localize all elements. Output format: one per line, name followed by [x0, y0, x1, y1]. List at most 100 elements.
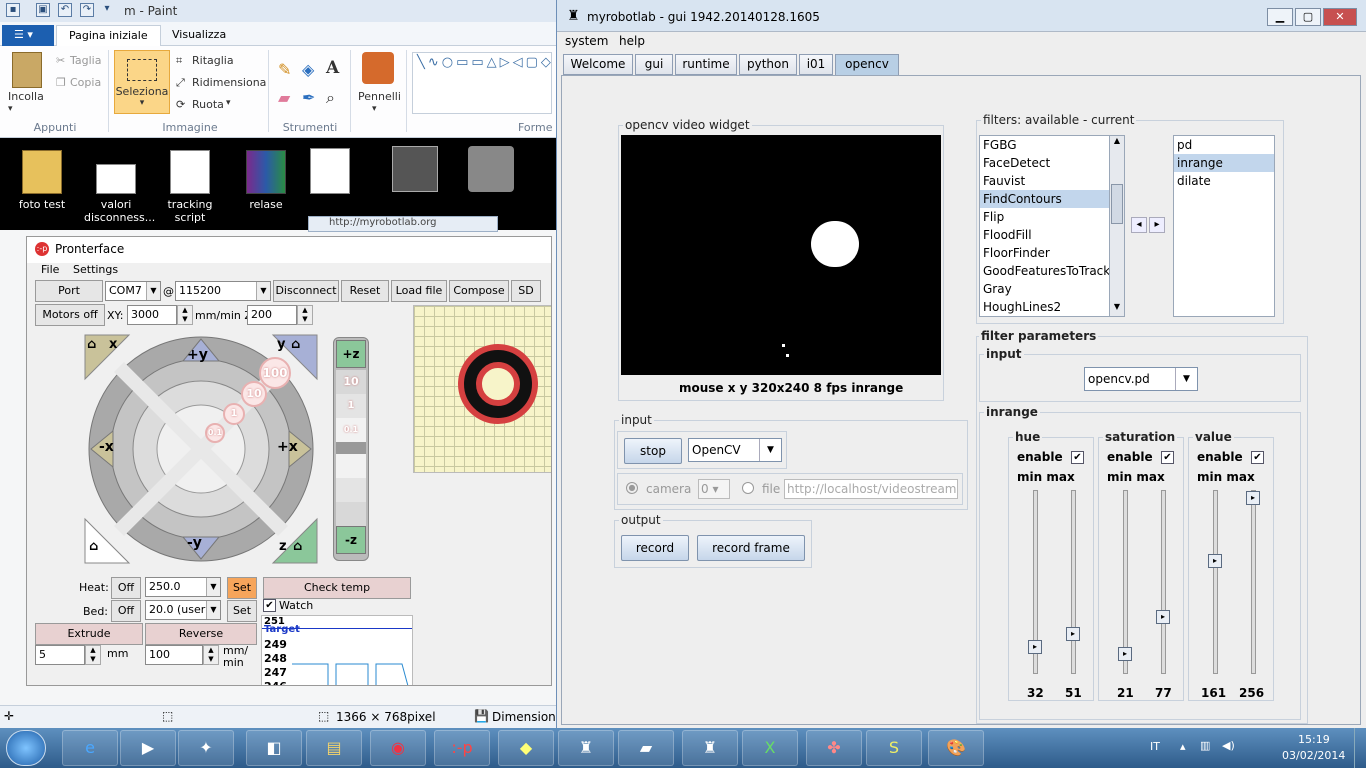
home-all-icon[interactable]: ⌂: [89, 539, 98, 554]
tab-runtime[interactable]: runtime: [675, 54, 737, 75]
extrude-length-spin[interactable]: ▲ ▼: [85, 645, 101, 665]
tray-expand-icon[interactable]: ▴: [1180, 740, 1186, 753]
value-max-slider[interactable]: ▸: [1246, 490, 1260, 674]
taskbar-chrome-icon[interactable]: ◉: [370, 730, 426, 766]
file-radio[interactable]: [742, 482, 754, 494]
start-button[interactable]: [6, 730, 46, 766]
params-input-select[interactable]: opencv.pd ▼: [1084, 367, 1198, 391]
list-item[interactable]: Gray: [980, 280, 1124, 298]
text-tool-icon[interactable]: A: [326, 58, 339, 78]
taskbar-paint-icon[interactable]: 🎨: [928, 730, 984, 766]
photo-thumbnail-icon[interactable]: [392, 146, 438, 192]
menu-file[interactable]: File: [41, 263, 59, 276]
menu-system[interactable]: system: [565, 34, 608, 48]
list-item[interactable]: FloodFill: [980, 226, 1124, 244]
z-jog-control[interactable]: +z 10 1 0.1 -z: [333, 337, 369, 561]
copy-button[interactable]: Copia: [70, 76, 101, 89]
taskbar-ie-icon[interactable]: e: [62, 730, 118, 766]
tab-opencv[interactable]: opencv: [835, 54, 899, 76]
z-feedrate-input[interactable]: 200: [247, 305, 297, 325]
file-url-input[interactable]: http://localhost/videostream.cgi: [784, 479, 958, 499]
tab-i01[interactable]: i01: [799, 54, 833, 75]
scroll-thumb[interactable]: [1111, 184, 1123, 224]
home-y-icon[interactable]: ⌂: [291, 337, 300, 352]
bed-off-button[interactable]: Off: [111, 600, 141, 622]
maximize-button[interactable]: ▢: [1295, 8, 1321, 26]
brushes-button[interactable]: Pennelli: [358, 90, 401, 103]
saturation-enable-checkbox[interactable]: ✔: [1161, 451, 1174, 464]
disconnect-button[interactable]: Disconnect: [273, 280, 339, 302]
list-item[interactable]: FGBG: [980, 136, 1124, 154]
taskbar-myrobotlab-icon[interactable]: ♜: [682, 730, 738, 766]
jog-plus-z-label[interactable]: +z: [336, 340, 366, 368]
slider-thumb[interactable]: ▸: [1208, 554, 1222, 568]
xy-step-100[interactable]: 100: [259, 357, 291, 389]
paint-file-tab[interactable]: ☰ ▾: [2, 25, 54, 46]
network-icon[interactable]: ▥: [1200, 739, 1210, 752]
slider-thumb[interactable]: ▸: [1246, 491, 1260, 505]
list-item[interactable]: inrange: [1174, 154, 1274, 172]
taskbar-app-icon[interactable]: ✦: [178, 730, 234, 766]
tab-home[interactable]: Pagina iniziale: [56, 25, 161, 46]
compose-button[interactable]: Compose: [449, 280, 509, 302]
slider-thumb[interactable]: ▸: [1118, 647, 1132, 661]
scroll-down-icon[interactable]: ▼: [1110, 302, 1124, 316]
slider-thumb[interactable]: ▸: [1028, 640, 1042, 654]
desktop-icon-foto-test[interactable]: foto test: [10, 150, 74, 211]
taskbar-app-icon[interactable]: ✤: [806, 730, 862, 766]
camera-radio[interactable]: ●: [626, 482, 638, 494]
list-item[interactable]: Flip: [980, 208, 1124, 226]
browser-tab[interactable]: http://myrobotlab.org: [308, 216, 498, 232]
extrude-button[interactable]: Extrude: [35, 623, 143, 645]
desktop-icon-relase[interactable]: relase: [234, 150, 298, 211]
home-x-icon[interactable]: ⌂: [87, 337, 96, 352]
available-filters-scrollbar[interactable]: ▲ ▼: [1109, 135, 1125, 317]
list-item[interactable]: FaceDetect: [980, 154, 1124, 172]
list-item[interactable]: dilate: [1174, 172, 1274, 190]
jog-minus-z-label[interactable]: -z: [336, 526, 366, 554]
check-temp-button[interactable]: Check temp: [263, 577, 411, 599]
minimize-button[interactable]: ▁: [1267, 8, 1293, 26]
save-icon[interactable]: ▣: [36, 3, 50, 17]
z-step-down-small[interactable]: [336, 454, 366, 478]
available-filters-list[interactable]: FGBG FaceDetect Fauvist FindContours Fli…: [979, 135, 1125, 317]
select-button[interactable]: Seleziona ▾: [114, 50, 170, 114]
record-frame-button[interactable]: record frame: [697, 535, 805, 561]
print-bed-preview[interactable]: [413, 305, 551, 473]
fill-icon[interactable]: ◈: [302, 60, 314, 79]
reverse-button[interactable]: Reverse: [145, 623, 257, 645]
close-button[interactable]: ✕: [1323, 8, 1357, 26]
shapes-gallery[interactable]: ╲∿○▭▭△▷◁▢◇⬠⬡⇨⇦⇧⇩✦★✪◯▭◡♡: [412, 52, 552, 114]
list-item[interactable]: HoughLines2: [980, 298, 1124, 316]
taskbar-notes-icon[interactable]: ◆: [498, 730, 554, 766]
record-button[interactable]: record: [621, 535, 689, 561]
z-spin-button[interactable]: ▲ ▼: [297, 305, 313, 325]
value-enable-checkbox[interactable]: ✔: [1251, 451, 1264, 464]
taskbar-app-icon[interactable]: S: [866, 730, 922, 766]
taskbar-pronterface-icon[interactable]: :-p: [434, 730, 490, 766]
saturation-min-slider[interactable]: ▸: [1118, 490, 1132, 674]
reset-button[interactable]: Reset: [341, 280, 389, 302]
video-display[interactable]: [621, 135, 941, 375]
paste-button[interactable]: Incolla: [8, 90, 44, 103]
current-filters-list[interactable]: pd inrange dilate: [1173, 135, 1275, 317]
z-step-10[interactable]: 10: [336, 370, 366, 394]
hue-enable-checkbox[interactable]: ✔: [1071, 451, 1084, 464]
taskbar-myrobotlab-icon[interactable]: ♜: [558, 730, 614, 766]
taskbar-app-icon[interactable]: ◧: [246, 730, 302, 766]
xy-step-10[interactable]: 10: [241, 381, 267, 407]
desktop-icon-tracking-script[interactable]: tracking script: [158, 150, 222, 224]
load-file-button[interactable]: Load file: [391, 280, 447, 302]
volume-icon[interactable]: ◀): [1222, 739, 1235, 752]
list-item[interactable]: pd: [1174, 136, 1274, 154]
tab-view[interactable]: Visualizza: [160, 25, 238, 46]
quick-access-dropdown-icon[interactable]: ▾: [100, 3, 114, 17]
magnifier-icon[interactable]: ⌕: [326, 88, 335, 108]
port-button[interactable]: Port: [35, 280, 103, 302]
crop-button[interactable]: Ritaglia: [192, 54, 234, 67]
heat-set-button[interactable]: Set: [227, 577, 257, 599]
jog-plus-x-label[interactable]: +x: [277, 439, 298, 455]
stop-button[interactable]: stop: [624, 438, 682, 464]
slider-thumb[interactable]: ▸: [1156, 610, 1170, 624]
hue-min-slider[interactable]: ▸: [1028, 490, 1042, 674]
